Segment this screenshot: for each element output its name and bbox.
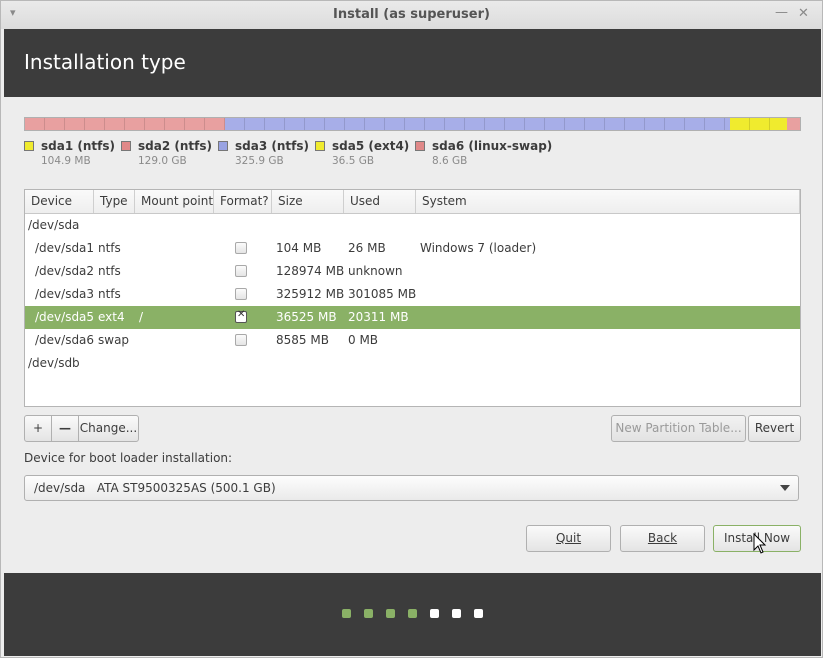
legend-swatch bbox=[121, 141, 131, 151]
partition-row[interactable]: /dev/sda5ext4 / 36525 MB 20311 MB bbox=[25, 306, 800, 329]
partition-row[interactable]: /dev/sda3 ntfs 325912 MB 301085 MB bbox=[25, 283, 800, 306]
cell-type: swap bbox=[98, 333, 130, 347]
format-checkbox[interactable] bbox=[235, 265, 247, 277]
partition-bar-segment-sda2 bbox=[25, 118, 225, 130]
bootloader-label: Device for boot loader installation: bbox=[24, 451, 233, 465]
cell-used: 0 MB bbox=[348, 333, 379, 347]
cell-device: /dev/sda bbox=[28, 218, 80, 232]
table-header: Device Type Mount point Format? Size Used Syst… bbox=[25, 190, 800, 214]
cell-device: /dev/sda6 bbox=[35, 333, 95, 347]
legend-partition-name: sda6 (linux-swap) bbox=[432, 139, 553, 153]
window-title: Install (as superuser) bbox=[333, 7, 490, 22]
mouse-cursor-icon bbox=[753, 533, 767, 554]
legend-partition-size: 325.9 GB bbox=[235, 155, 284, 167]
partition-bar bbox=[24, 117, 801, 131]
cell-type: ext4 bbox=[98, 310, 125, 324]
legend-swatch bbox=[415, 141, 425, 151]
main-content: sda1 (ntfs) 104.9 MB sda2 (ntfs) 129.0 GB sd… bbox=[4, 97, 821, 573]
format-checkbox[interactable] bbox=[235, 288, 247, 300]
partition-table: Device Type Mount point Format? Size Used Syst… bbox=[24, 189, 801, 407]
cell-type: ntfs bbox=[98, 264, 121, 278]
cell-mount-point: / bbox=[139, 310, 144, 324]
cell-type: ntfs bbox=[98, 287, 121, 301]
cell-device: /dev/sda1 bbox=[35, 241, 95, 255]
column-header[interactable]: Type bbox=[94, 190, 135, 213]
quit-button[interactable]: Quit bbox=[526, 525, 611, 552]
cell-size: 36525 MB bbox=[276, 310, 337, 324]
cell-device: /dev/sda2 bbox=[35, 264, 95, 278]
page-header: Installation type bbox=[4, 29, 821, 97]
cell-size: 8585 MB bbox=[276, 333, 329, 347]
minimize-icon[interactable]: — bbox=[775, 5, 788, 20]
legend-partition-size: 36.5 GB bbox=[332, 155, 375, 167]
progress-footer bbox=[4, 573, 821, 656]
progress-step-complete bbox=[408, 609, 417, 618]
progress-step-complete bbox=[364, 609, 373, 618]
page-title: Installation type bbox=[24, 50, 186, 74]
remove-partition-button[interactable]: — bbox=[51, 415, 79, 442]
disk-row[interactable]: /dev/sdb bbox=[25, 352, 800, 375]
column-header[interactable]: Format? bbox=[214, 190, 272, 213]
change-partition-button[interactable]: Change... bbox=[78, 415, 139, 442]
dropdown-arrow-icon bbox=[780, 485, 790, 491]
cell-system: Windows 7 (loader) bbox=[420, 241, 537, 255]
close-icon[interactable]: ✕ bbox=[798, 6, 809, 21]
progress-step-pending bbox=[474, 609, 483, 618]
new-partition-table-button[interactable]: New Partition Table... bbox=[611, 415, 746, 442]
column-header[interactable]: System bbox=[416, 190, 800, 213]
revert-button[interactable]: Revert bbox=[748, 415, 801, 442]
cell-used: unknown bbox=[348, 264, 403, 278]
cell-device: /dev/sda3 bbox=[35, 287, 95, 301]
legend-swatch bbox=[315, 141, 325, 151]
legend-partition-name: sda5 (ext4) bbox=[332, 139, 410, 153]
legend-swatch bbox=[24, 141, 34, 151]
progress-step-pending bbox=[430, 609, 439, 618]
column-header[interactable]: Size bbox=[272, 190, 344, 213]
progress-step-complete bbox=[342, 609, 351, 618]
cell-used: 20311 MB bbox=[348, 310, 409, 324]
progress-step-complete bbox=[386, 609, 395, 618]
cell-used: 26 MB bbox=[348, 241, 386, 255]
cell-used: 301085 MB bbox=[348, 287, 417, 301]
format-checkbox[interactable] bbox=[235, 334, 247, 346]
partition-bar-segment-sda5 bbox=[729, 118, 787, 130]
cell-size: 325912 MB bbox=[276, 287, 345, 301]
cell-type: ntfs bbox=[98, 241, 121, 255]
partition-row[interactable]: /dev/sda6 swap 8585 MB 0 MB bbox=[25, 329, 800, 352]
partition-row[interactable]: /dev/sda2 ntfs 128974 MB unknown bbox=[25, 260, 800, 283]
disk-row[interactable]: /dev/sda bbox=[25, 214, 800, 237]
column-header[interactable]: Mount point bbox=[135, 190, 214, 213]
legend-partition-size: 129.0 GB bbox=[138, 155, 187, 167]
back-button[interactable]: Back bbox=[620, 525, 705, 552]
add-partition-button[interactable]: + bbox=[24, 415, 52, 442]
progress-step-pending bbox=[452, 609, 461, 618]
legend-swatch bbox=[218, 141, 228, 151]
bootloader-device-value: /dev/sda ATA ST9500325AS (500.1 GB) bbox=[34, 481, 276, 495]
format-checkbox[interactable] bbox=[235, 309, 247, 323]
legend-partition-name: sda1 (ntfs) bbox=[41, 139, 115, 153]
partition-bar-segment-sda3 bbox=[225, 118, 730, 130]
title-bar: ▾ Install (as superuser) — ✕ bbox=[1, 1, 822, 29]
column-header[interactable]: Used bbox=[344, 190, 416, 213]
cell-device: /dev/sda5 bbox=[35, 310, 95, 324]
partition-legend: sda1 (ntfs) 104.9 MB sda2 (ntfs) 129.0 GB sd… bbox=[24, 139, 801, 169]
legend-partition-size: 104.9 MB bbox=[41, 155, 91, 167]
column-header[interactable]: Device bbox=[25, 190, 94, 213]
cell-size: 128974 MB bbox=[276, 264, 345, 278]
cell-size: 104 MB bbox=[276, 241, 322, 255]
legend-partition-name: sda2 (ntfs) bbox=[138, 139, 212, 153]
cell-device: /dev/sdb bbox=[28, 356, 80, 370]
legend-partition-name: sda3 (ntfs) bbox=[235, 139, 309, 153]
installer-window: ▾ Install (as superuser) — ✕ Installatio… bbox=[0, 0, 823, 658]
bootloader-device-select[interactable]: /dev/sda ATA ST9500325AS (500.1 GB) bbox=[24, 475, 799, 501]
partition-row[interactable]: /dev/sda1 ntfs 104 MB 26 MB Windows 7 (loade… bbox=[25, 237, 800, 260]
partition-bar-segment-sda6 bbox=[786, 118, 800, 130]
legend-partition-size: 8.6 GB bbox=[432, 155, 468, 167]
format-checkbox[interactable] bbox=[235, 242, 247, 254]
